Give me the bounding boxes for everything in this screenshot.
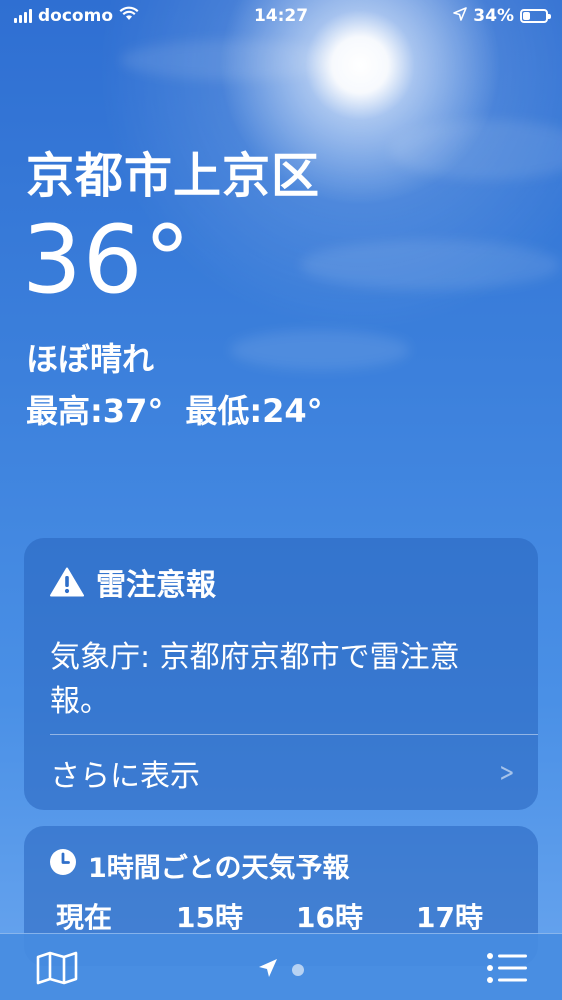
battery-percent: 34% xyxy=(473,6,514,26)
location-arrow-icon xyxy=(453,6,468,26)
low-temperature: 最低:24° xyxy=(185,392,323,430)
show-more-label: さらに表示 xyxy=(50,759,200,794)
show-more-button[interactable]: さらに表示 > xyxy=(50,752,518,794)
hourly-header: 1時間ごとの天気予報 xyxy=(48,846,350,885)
alert-header: 雷注意報 xyxy=(50,560,216,604)
battery-icon xyxy=(520,9,551,23)
status-right: 34% xyxy=(453,6,551,26)
page-dot xyxy=(292,964,304,976)
hour-label: 17時 xyxy=(416,901,483,934)
hourly-title: 1時間ごとの天気予報 xyxy=(88,853,350,884)
alert-title: 雷注意報 xyxy=(96,568,216,603)
weather-alert-card[interactable]: 雷注意報 気象庁: 京都府京都市で雷注意報。 さらに表示 > xyxy=(24,538,538,810)
current-temperature: 36° xyxy=(22,206,192,315)
page-indicator[interactable] xyxy=(0,958,562,982)
hour-label: 現在 xyxy=(56,901,113,934)
clock-icon xyxy=(48,847,78,884)
divider xyxy=(50,734,538,735)
high-low: 最高:37° 最低:24° xyxy=(26,386,323,432)
chevron-right-icon: > xyxy=(499,758,515,788)
hour-label: 15時 xyxy=(176,901,243,934)
location-arrow-icon xyxy=(258,958,278,982)
hour-labels: 現在 15時 16時 17時 xyxy=(56,896,536,936)
hour-label: 16時 xyxy=(296,901,363,934)
cloud-wisp xyxy=(120,40,340,80)
cloud-wisp xyxy=(230,330,410,370)
cloud-wisp xyxy=(390,120,562,180)
cloud-wisp xyxy=(300,240,560,290)
warning-icon xyxy=(50,567,84,597)
list-icon[interactable] xyxy=(486,952,528,988)
location-name: 京都市上京区 xyxy=(26,148,321,204)
alert-body: 気象庁: 京都府京都市で雷注意報。 xyxy=(50,640,460,719)
battery-level xyxy=(523,12,530,20)
status-bar: docomo 14:27 34% xyxy=(0,0,562,34)
high-temperature: 最高:37° xyxy=(26,392,164,430)
weather-condition: ほぼ晴れ xyxy=(26,340,155,378)
bottom-toolbar xyxy=(0,933,562,1000)
